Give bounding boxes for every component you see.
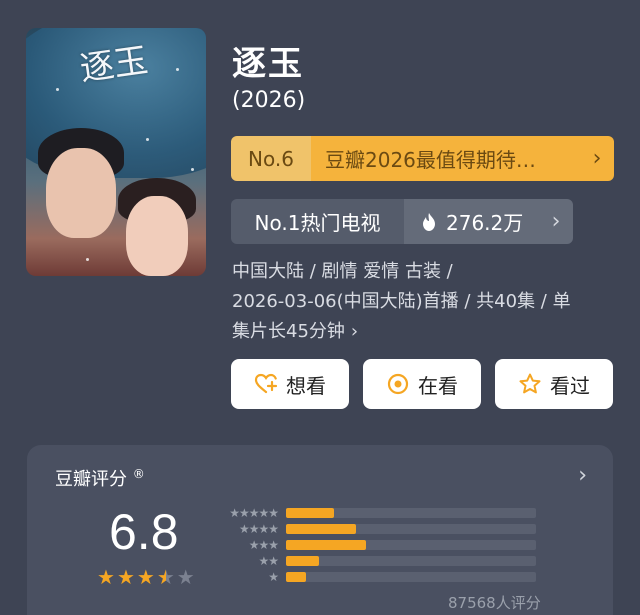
show-title: 逐玉 bbox=[232, 44, 304, 84]
watching-button[interactable]: 在看 bbox=[363, 359, 481, 409]
poster-snow bbox=[86, 258, 89, 261]
rating-title-text: 豆瓣评分 bbox=[55, 469, 127, 490]
meta-line: 集片长45分钟 › bbox=[232, 317, 612, 347]
distribution-row: ★★★ bbox=[222, 537, 536, 553]
distribution-track bbox=[286, 524, 536, 534]
poster-snow bbox=[56, 88, 59, 91]
want-to-watch-button[interactable]: 想看 bbox=[231, 359, 349, 409]
meta-line: 2026-03-06(中国大陆)首播 / 共40集 / 单 bbox=[232, 291, 571, 312]
star-icon: ★ bbox=[176, 565, 195, 589]
meta-line-text: 集片长45分钟 bbox=[232, 321, 345, 342]
distribution-row: ★ bbox=[222, 569, 536, 585]
rating-stars: ★ ★ ★ ★ ★ bbox=[97, 567, 195, 587]
ranking-list-name: 豆瓣2026最值得期待… bbox=[311, 136, 580, 181]
want-to-watch-label: 想看 bbox=[286, 373, 326, 398]
chevron-right-icon: › bbox=[539, 199, 573, 244]
distribution-stars: ★ bbox=[268, 570, 279, 584]
distribution-stars: ★★★★★ bbox=[229, 506, 279, 520]
hot-count-value: 276.2万 bbox=[446, 211, 524, 235]
ranking-number: No.6 bbox=[231, 136, 311, 181]
star-icon: ★ bbox=[136, 565, 155, 589]
chevron-right-icon: › bbox=[580, 136, 614, 181]
distribution-bar bbox=[286, 540, 366, 550]
hot-count: 276.2万 bbox=[404, 199, 539, 244]
star-icon: ★ bbox=[97, 565, 115, 589]
meta-line: 中国大陆 / 剧情 爱情 古装 / bbox=[232, 261, 453, 282]
distribution-track bbox=[286, 556, 536, 566]
poster-image[interactable]: 逐玉 bbox=[26, 28, 206, 276]
chevron-right-icon[interactable]: › bbox=[578, 463, 587, 488]
distribution-stars: ★★★★ bbox=[238, 522, 279, 536]
watching-label: 在看 bbox=[418, 373, 458, 398]
distribution-track bbox=[286, 572, 536, 582]
poster-snow bbox=[176, 68, 179, 71]
rating-title: 豆瓣评分 ® bbox=[55, 465, 145, 491]
distribution-stars: ★★ bbox=[258, 554, 279, 568]
heart-plus-icon bbox=[254, 373, 278, 394]
show-year: (2026) bbox=[232, 88, 306, 113]
rating-count: 87568人评分 bbox=[448, 594, 541, 612]
poster-figure-face bbox=[126, 196, 188, 276]
rating-card[interactable]: 豆瓣评分 ® › 6.8 ★ ★ ★ ★ ★ ★★★★★ ★★★★ ★★★ ★★ ★ 87568… bbox=[27, 445, 613, 615]
distribution-bar bbox=[286, 508, 334, 518]
distribution-bar bbox=[286, 556, 319, 566]
poster-title-art: 逐玉 bbox=[77, 40, 151, 90]
star-icon: ★ bbox=[156, 565, 175, 589]
chevron-right-icon: › bbox=[350, 321, 359, 342]
rating-score: 6.8 bbox=[109, 504, 179, 560]
hot-tv-rank: No.1热门电视 bbox=[231, 199, 404, 244]
distribution-track bbox=[286, 540, 536, 550]
distribution-stars: ★★★ bbox=[248, 538, 279, 552]
watched-label: 看过 bbox=[550, 373, 590, 398]
show-metadata[interactable]: 中国大陆 / 剧情 爱情 古装 / 2026-03-06(中国大陆)首播 / 共… bbox=[232, 257, 612, 347]
rating-distribution: ★★★★★ ★★★★ ★★★ ★★ ★ bbox=[222, 505, 536, 585]
poster-snow bbox=[146, 138, 149, 141]
distribution-row: ★★ bbox=[222, 553, 536, 569]
watched-button[interactable]: 看过 bbox=[495, 359, 613, 409]
poster-snow bbox=[191, 168, 194, 171]
distribution-track bbox=[286, 508, 536, 518]
target-icon bbox=[387, 373, 409, 395]
star-icon: ★ bbox=[116, 565, 135, 589]
ranking-banner[interactable]: No.6 豆瓣2026最值得期待… › bbox=[231, 136, 614, 181]
distribution-bar bbox=[286, 572, 306, 582]
hot-tv-banner[interactable]: No.1热门电视 276.2万 › bbox=[231, 199, 573, 244]
star-outline-icon bbox=[519, 373, 541, 394]
distribution-row: ★★★★★ bbox=[222, 505, 536, 521]
registered-mark: ® bbox=[132, 467, 145, 481]
poster-figure-face bbox=[46, 148, 116, 238]
flame-icon bbox=[423, 212, 435, 231]
distribution-row: ★★★★ bbox=[222, 521, 536, 537]
distribution-bar bbox=[286, 524, 356, 534]
